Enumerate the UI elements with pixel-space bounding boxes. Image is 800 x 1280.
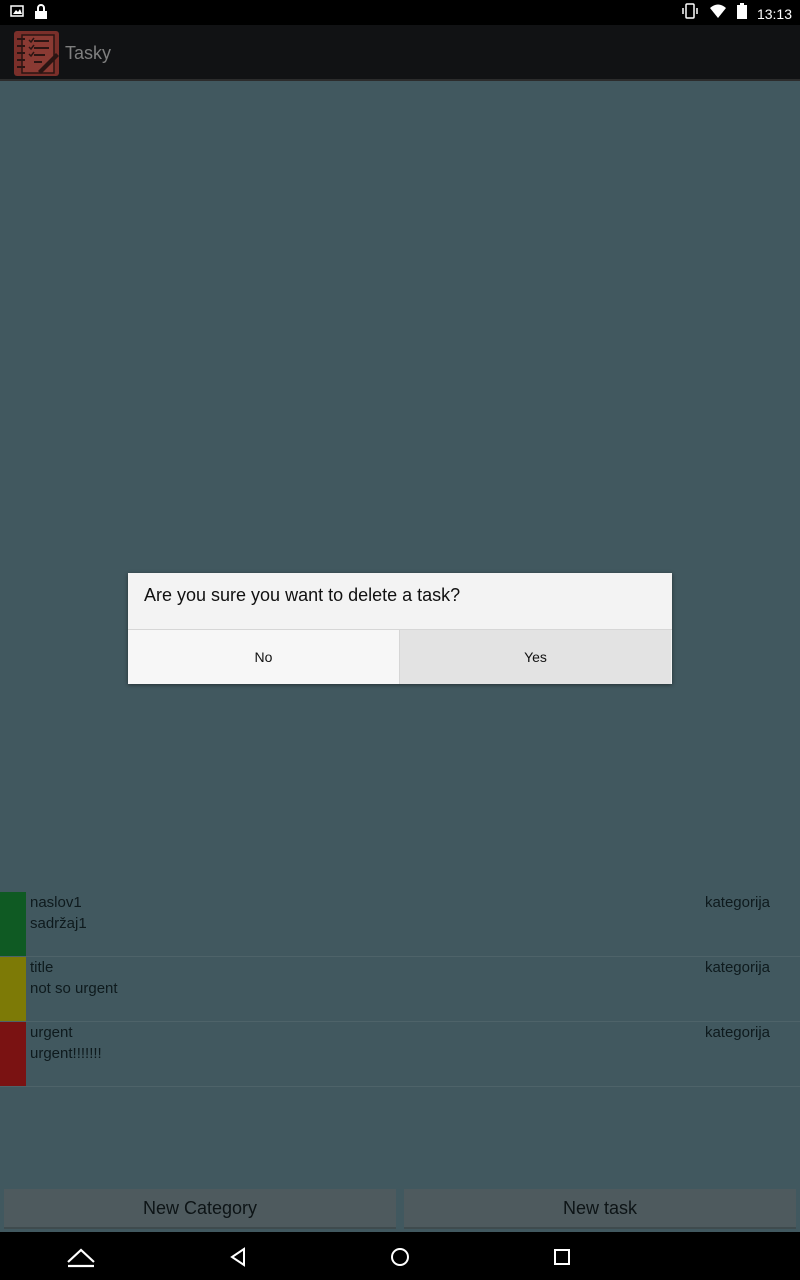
priority-color-strip bbox=[0, 1022, 26, 1086]
app-bar: Tasky bbox=[0, 25, 800, 81]
task-row[interactable]: naslov1 sadržaj1 kategorija bbox=[0, 892, 800, 957]
task-body: urgent!!!!!!! bbox=[30, 1045, 102, 1062]
task-category: kategorija bbox=[704, 1024, 770, 1041]
task-body: not so urgent bbox=[30, 980, 118, 997]
task-title: title bbox=[30, 959, 54, 976]
clock: 13:13 bbox=[756, 5, 792, 22]
wifi-icon bbox=[709, 3, 727, 24]
no-button[interactable]: No bbox=[128, 630, 399, 684]
new-task-button[interactable]: New task bbox=[404, 1189, 796, 1229]
home-icon[interactable] bbox=[385, 1242, 415, 1272]
task-list: naslov1 sadržaj1 kategorija title not so… bbox=[0, 892, 800, 1087]
vibrate-icon bbox=[681, 3, 699, 24]
bottom-buttons: New Category New task bbox=[0, 1189, 800, 1229]
task-category: kategorija bbox=[704, 959, 770, 976]
task-row[interactable]: title not so urgent kategorija bbox=[0, 957, 800, 1022]
task-body: sadržaj1 bbox=[30, 915, 87, 932]
task-title: naslov1 bbox=[30, 894, 82, 911]
back-icon[interactable] bbox=[223, 1242, 253, 1272]
notebook-checklist-icon[interactable] bbox=[12, 29, 61, 78]
image-icon bbox=[10, 4, 24, 25]
home-up-icon[interactable] bbox=[66, 1242, 96, 1272]
dialog-message: Are you sure you want to delete a task? bbox=[144, 585, 461, 605]
lock-icon bbox=[34, 4, 48, 25]
yes-button[interactable]: Yes bbox=[400, 630, 671, 684]
battery-icon bbox=[736, 3, 747, 24]
new-category-button[interactable]: New Category bbox=[4, 1189, 396, 1229]
task-title: urgent bbox=[30, 1024, 73, 1041]
priority-color-strip bbox=[0, 957, 26, 1021]
task-row[interactable]: urgent urgent!!!!!!! kategorija bbox=[0, 1022, 800, 1087]
status-bar: 13:13 bbox=[0, 0, 800, 25]
delete-confirm-dialog: Are you sure you want to delete a task? … bbox=[128, 573, 672, 684]
task-category: kategorija bbox=[704, 894, 770, 911]
priority-color-strip bbox=[0, 892, 26, 956]
recents-icon[interactable] bbox=[547, 1242, 577, 1272]
app-title: Tasky bbox=[65, 43, 112, 63]
navigation-bar bbox=[0, 1232, 800, 1280]
